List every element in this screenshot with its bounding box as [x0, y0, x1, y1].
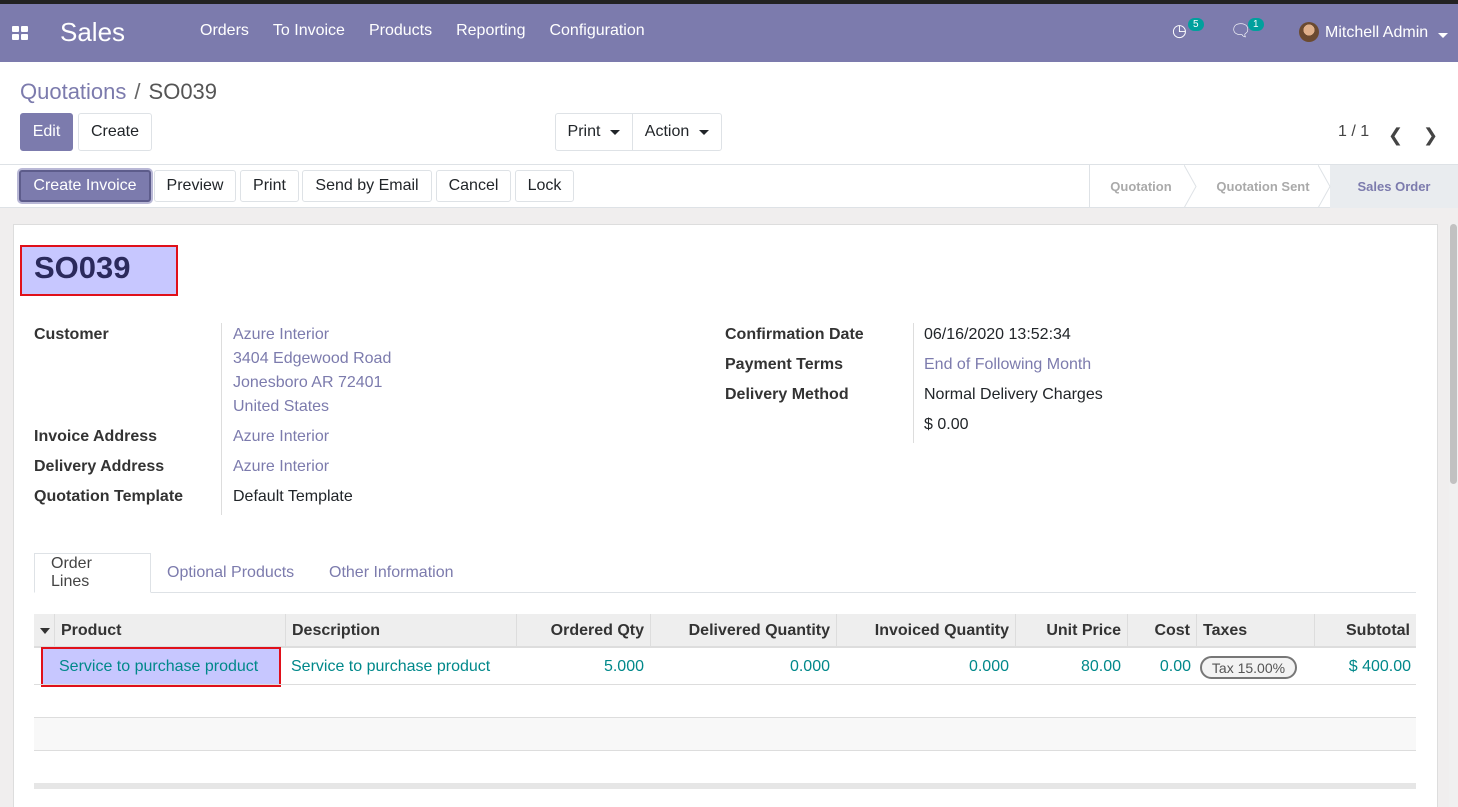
app-name[interactable]: Sales — [60, 17, 125, 48]
preview-button[interactable]: Preview — [154, 170, 236, 202]
activity-count-badge: 5 — [1188, 18, 1204, 31]
field-divider — [221, 323, 222, 515]
top-navbar: Sales Orders To Invoice Products Reporti… — [0, 0, 1458, 62]
send-by-email-button[interactable]: Send by Email — [302, 170, 432, 202]
order-lines-header: Product Description Ordered Qty Delivere… — [34, 614, 1416, 648]
chevron-left-icon[interactable]: ❮ — [1388, 125, 1403, 146]
stage-quotation[interactable]: Quotation — [1090, 165, 1192, 208]
col-unit-price[interactable]: Unit Price — [1015, 614, 1127, 648]
col-taxes[interactable]: Taxes — [1196, 614, 1314, 648]
customer-street: 3404 Edgewood Road — [233, 350, 392, 367]
stage-quotation-sent[interactable]: Quotation Sent — [1196, 165, 1330, 208]
breadcrumb-quotations[interactable]: Quotations — [20, 79, 126, 104]
breadcrumb-current: SO039 — [148, 79, 218, 104]
edit-button[interactable]: Edit — [20, 113, 73, 151]
line-tax-tag[interactable]: Tax 15.00% — [1200, 656, 1297, 679]
breadcrumb: Quotations / SO039 — [20, 79, 217, 105]
customer-country: United States — [233, 398, 330, 415]
invoice-address-label: Invoice Address — [34, 428, 158, 445]
menu-reporting[interactable]: Reporting — [444, 22, 537, 40]
delivery-address-label: Delivery Address — [34, 458, 165, 475]
confirmation-date-label: Confirmation Date — [725, 326, 864, 343]
menu-orders[interactable]: Orders — [188, 22, 261, 40]
row-divider — [34, 684, 1416, 685]
lock-button[interactable]: Lock — [515, 170, 574, 202]
print-button[interactable]: Print — [240, 170, 299, 202]
field-divider — [913, 323, 914, 443]
invoice-address-link[interactable]: Azure Interior — [233, 428, 329, 446]
breadcrumb-separator: / — [134, 79, 141, 104]
sort-caret-icon[interactable] — [40, 628, 50, 634]
payment-terms-label: Payment Terms — [725, 356, 843, 373]
line-subtotal: $ 400.00 — [1348, 658, 1411, 675]
col-delivered-quantity[interactable]: Delivered Quantity — [650, 614, 836, 648]
menu-configuration[interactable]: Configuration — [537, 22, 656, 40]
caret-down-icon — [699, 129, 710, 135]
delivery-method-label: Delivery Method — [725, 386, 849, 403]
quotation-template-value: Default Template — [233, 488, 353, 505]
delivery-address-link[interactable]: Azure Interior — [233, 458, 329, 476]
print-dropdown-label: Print — [567, 123, 601, 140]
chevron-right-icon[interactable]: ❯ — [1423, 125, 1438, 146]
control-panel: Quotations / SO039 Edit Create Print Actio… — [0, 62, 1458, 165]
message-count-badge: 1 — [1248, 18, 1264, 31]
row-divider — [34, 750, 1416, 751]
stage-arrow-icon — [1184, 165, 1197, 208]
user-menu-name[interactable]: Mitchell Admin — [1325, 24, 1428, 42]
line-cost[interactable]: 0.00 — [1127, 650, 1197, 684]
confirmation-date-value: 06/16/2020 13:52:34 — [924, 326, 1071, 343]
record-title: SO039 — [34, 250, 131, 285]
action-dropdown[interactable]: Action — [632, 113, 722, 151]
quotation-template-label: Quotation Template — [34, 488, 184, 505]
menu-products[interactable]: Products — [357, 22, 444, 40]
customer-city: Jonesboro AR 72401 — [233, 374, 383, 391]
customer-name-link[interactable]: Azure Interior — [233, 326, 329, 344]
empty-row — [34, 718, 1416, 751]
col-subtotal[interactable]: Subtotal — [1314, 614, 1416, 648]
line-product[interactable]: Service to purchase product — [53, 650, 284, 684]
stage-arrow-icon — [1318, 165, 1331, 208]
pager-value[interactable]: 1 / 1 — [1338, 123, 1369, 141]
tab-optional-products[interactable]: Optional Products — [151, 553, 310, 593]
line-unit-price[interactable]: 80.00 — [1015, 650, 1127, 684]
create-button[interactable]: Create — [78, 113, 152, 151]
tab-order-lines[interactable]: Order Lines — [34, 553, 151, 593]
status-bar: Create Invoice Preview Print Send by Ema… — [0, 165, 1458, 208]
table-footer — [34, 783, 1416, 789]
print-dropdown[interactable]: Print — [555, 113, 633, 151]
caret-down-icon — [610, 129, 621, 135]
activity-clock-icon[interactable]: ◷ — [1172, 21, 1187, 41]
customer-label: Customer — [34, 326, 109, 343]
line-invoiced-qty[interactable]: 0.000 — [836, 650, 1015, 684]
line-ordered-qty[interactable]: 5.000 — [516, 650, 650, 684]
delivery-method-value: Normal Delivery Charges — [924, 386, 1103, 403]
payment-terms-link[interactable]: End of Following Month — [924, 356, 1091, 374]
col-invoiced-quantity[interactable]: Invoiced Quantity — [836, 614, 1015, 648]
col-product[interactable]: Product — [54, 614, 285, 648]
scrollbar-thumb[interactable] — [1450, 224, 1457, 484]
line-delivered-qty[interactable]: 0.000 — [650, 650, 836, 684]
action-dropdown-label: Action — [644, 123, 690, 140]
app-grid-icon[interactable] — [12, 26, 28, 40]
delivery-amount-value: $ 0.00 — [924, 416, 969, 433]
create-invoice-button[interactable]: Create Invoice — [19, 170, 151, 202]
tab-other-information[interactable]: Other Information — [313, 553, 470, 593]
user-menu-caret-icon[interactable] — [1438, 33, 1448, 38]
line-description[interactable]: Service to purchase product — [285, 650, 516, 684]
user-avatar[interactable] — [1299, 22, 1319, 42]
col-cost[interactable]: Cost — [1127, 614, 1196, 648]
col-description[interactable]: Description — [285, 614, 516, 648]
col-ordered-qty[interactable]: Ordered Qty — [516, 614, 650, 648]
stage-sales-order[interactable]: Sales Order — [1330, 165, 1458, 208]
cancel-button[interactable]: Cancel — [436, 170, 511, 202]
menu-to-invoice[interactable]: To Invoice — [261, 22, 357, 40]
main-menu: Orders To Invoice Products Reporting Con… — [188, 22, 657, 40]
